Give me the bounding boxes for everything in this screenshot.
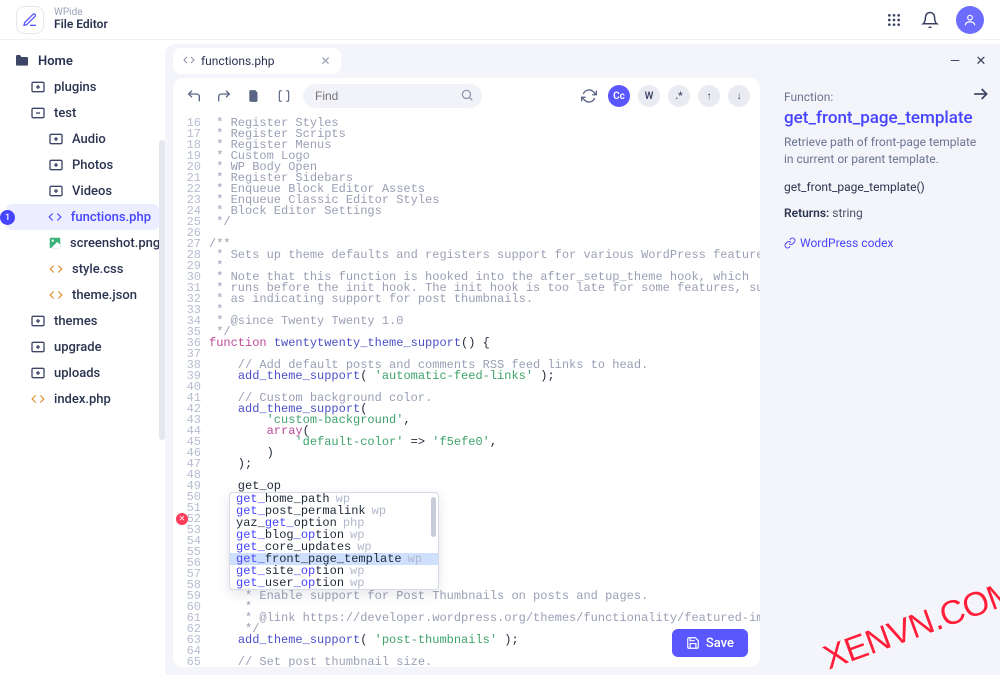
image-icon (48, 235, 62, 251)
sidebar-item-label: plugins (54, 80, 96, 95)
brackets-icon[interactable] (273, 85, 295, 107)
minimize-icon[interactable]: — (944, 50, 966, 72)
sidebar-item-label: Videos (72, 184, 112, 199)
tab-functions-php[interactable]: functions.php ✕ (173, 48, 341, 74)
close-icon[interactable]: ✕ (320, 54, 330, 68)
sidebar-item-Audio[interactable]: Audio (6, 126, 159, 152)
avatar[interactable] (956, 6, 984, 34)
doc-label: Function: (784, 90, 984, 104)
find-prev[interactable]: ↑ (698, 85, 720, 107)
folder-minus-icon (30, 105, 46, 121)
word-toggle[interactable]: W (638, 85, 660, 107)
save-label: Save (706, 636, 734, 651)
find-input[interactable] (303, 84, 482, 108)
sidebar-item-label: Audio (72, 132, 106, 147)
folder-plus-icon (48, 157, 64, 173)
goto-icon[interactable] (970, 84, 990, 107)
sidebar-item-label: style.css (72, 262, 123, 277)
app-logo (16, 6, 44, 34)
sidebar-home[interactable]: Home (6, 48, 159, 74)
code-icon (183, 54, 195, 69)
doc-description: Retrieve path of front-page template in … (784, 134, 984, 168)
sidebar-item-label: screenshot.png (70, 236, 160, 251)
sidebar-item-theme-json[interactable]: theme.json (6, 282, 159, 308)
folder-plus-icon (30, 313, 46, 329)
tab-label: functions.php (201, 54, 274, 68)
regex-toggle[interactable]: .* (668, 85, 690, 107)
undo-icon[interactable] (183, 85, 205, 107)
file-icon[interactable] (243, 85, 265, 107)
find-next[interactable]: ↓ (728, 85, 750, 107)
tabbar: functions.php ✕ — ✕ (165, 44, 1000, 78)
refresh-icon[interactable] (578, 85, 600, 107)
case-toggle[interactable]: Cc (608, 85, 630, 107)
returns-label: Returns: (784, 206, 829, 220)
sidebar-item-upgrade[interactable]: upgrade (6, 334, 159, 360)
doc-signature: get_front_page_template() (784, 180, 984, 194)
codex-link-label: WordPress codex (800, 236, 894, 250)
sidebar-item-uploads[interactable]: uploads (6, 360, 159, 386)
sidebar-item-label: index.php (54, 392, 111, 407)
main-area: functions.php ✕ — ✕ (165, 44, 1000, 675)
autocomplete-item[interactable]: get_user_optionwp (230, 577, 438, 589)
doc-panel: Function: get_front_page_template Retrie… (768, 78, 1000, 675)
sidebar-item-plugins[interactable]: plugins (6, 74, 159, 100)
bell-icon[interactable] (920, 10, 940, 30)
folder-plus-icon (30, 339, 46, 355)
sidebar-item-label: themes (54, 314, 98, 329)
sidebar-item-functions-php[interactable]: 1functions.php (6, 204, 159, 230)
link-icon (784, 237, 796, 249)
autocomplete-scrollbar[interactable] (431, 497, 436, 537)
sidebar-item-themes[interactable]: themes (6, 308, 159, 334)
folder-plus-icon (48, 131, 64, 147)
folder-plus-icon (48, 183, 64, 199)
code-icon (48, 209, 63, 225)
folder-plus-icon (30, 365, 46, 381)
sidebar-item-label: theme.json (72, 288, 137, 303)
sidebar-item-style-css[interactable]: style.css (6, 256, 159, 282)
badge: 1 (0, 210, 15, 225)
save-icon (686, 636, 700, 650)
sidebar-item-label: upgrade (54, 340, 102, 355)
redo-icon[interactable] (213, 85, 235, 107)
sidebar-home-label: Home (38, 54, 73, 69)
sidebar-item-test[interactable]: test (6, 100, 159, 126)
editor-toolbar: Cc W .* ↑ ↓ (173, 78, 760, 114)
sidebar-item-Photos[interactable]: Photos (6, 152, 159, 178)
codex-link[interactable]: WordPress codex (784, 236, 984, 250)
code-icon (48, 261, 64, 277)
header-right (884, 6, 984, 34)
apps-icon[interactable] (884, 10, 904, 30)
header-left: WPide File Editor (16, 6, 108, 34)
folder-plus-icon (30, 79, 46, 95)
gutter: 1617181920212223242526272829303132333435… (173, 114, 209, 667)
sidebar-item-index-php[interactable]: index.php (6, 386, 159, 412)
doc-title: get_front_page_template (784, 108, 984, 128)
close-window-icon[interactable]: ✕ (970, 50, 992, 72)
sidebar-item-label: functions.php (71, 210, 151, 225)
app-header: WPide File Editor (0, 0, 1000, 40)
code-editor[interactable]: 1617181920212223242526272829303132333435… (173, 114, 760, 667)
sidebar-item-screenshot-png[interactable]: screenshot.png (6, 230, 159, 256)
code-icon (30, 391, 46, 407)
code-icon (48, 287, 64, 303)
sidebar-item-label: uploads (54, 366, 100, 381)
sidebar-item-label: test (54, 106, 76, 121)
sidebar-item-Videos[interactable]: Videos (6, 178, 159, 204)
sidebar-item-label: Photos (72, 158, 113, 173)
returns-type: string (832, 206, 862, 220)
app-meta: WPide File Editor (54, 7, 108, 31)
app-section: File Editor (54, 18, 108, 31)
error-marker-icon: ✕ (176, 513, 188, 525)
editor-pane: Cc W .* ↑ ↓ 1617181920212223242526272829… (173, 78, 760, 667)
doc-returns: Returns: string (784, 206, 984, 220)
sidebar: Home pluginstestAudioPhotosVideos1functi… (0, 40, 165, 675)
autocomplete-popup[interactable]: get_home_pathwpget_post_permalinkwpyaz_g… (229, 492, 439, 590)
folder-icon (14, 53, 30, 69)
sidebar-scrollbar[interactable] (159, 140, 165, 440)
edit-icon (22, 12, 38, 28)
save-button[interactable]: Save (672, 629, 748, 657)
